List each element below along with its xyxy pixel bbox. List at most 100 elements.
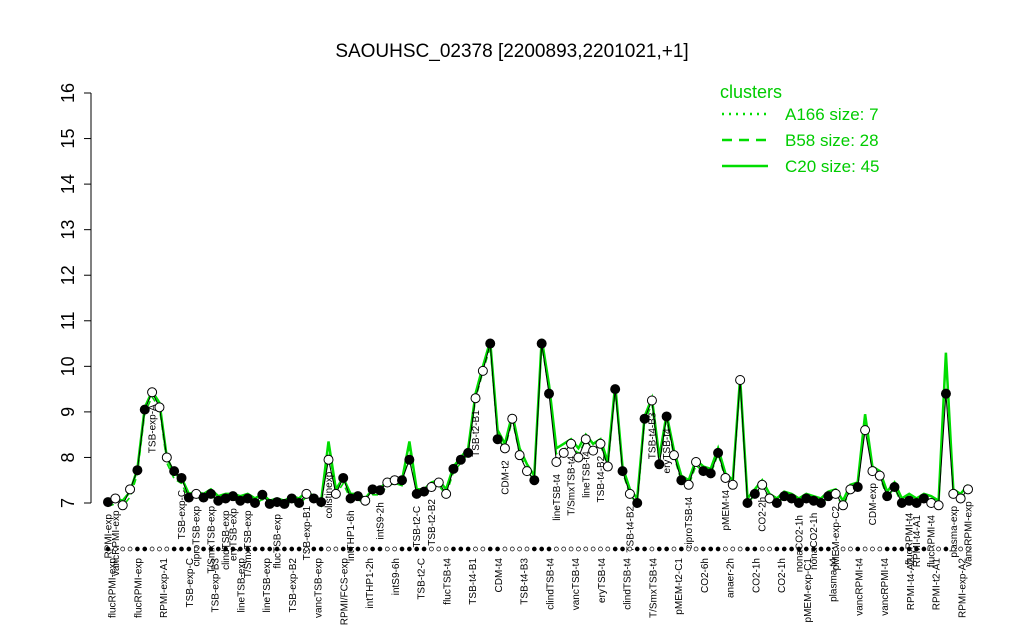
x-category-label: vancTSB-exp: [314, 558, 325, 618]
data-point: [147, 387, 158, 398]
rug-mark: [524, 546, 530, 552]
data-point: [617, 466, 628, 477]
rug-mark: [274, 546, 280, 552]
rug-mark: [583, 546, 589, 552]
x-category-label: flucRPMI-exp: [133, 558, 144, 618]
x-category-label: CDM-t4: [494, 558, 505, 593]
rug-mark: [884, 546, 890, 552]
data-point-label: T/SmxTSB-t4: [567, 455, 578, 515]
data-point: [536, 338, 547, 349]
data-point: [404, 454, 415, 465]
data-point-label: CDM-t2: [500, 460, 511, 495]
data-point-label: ciproTSB-t4: [684, 496, 695, 549]
rug-mark: [370, 546, 375, 552]
data-point: [661, 411, 672, 422]
x-category-label: vancRPMI-t4: [854, 558, 865, 616]
rug-mark: [568, 546, 574, 552]
data-point: [624, 488, 635, 499]
rug-mark: [399, 546, 405, 552]
data-point-label: TSB-t2-C: [412, 506, 423, 548]
data-point: [691, 457, 702, 467]
data-point: [125, 484, 136, 495]
rug-mark: [796, 546, 802, 552]
data-point: [852, 482, 863, 493]
data-point: [250, 498, 261, 508]
rug-mark: [186, 546, 192, 552]
rug-mark: [928, 546, 934, 552]
legend-entry: C20 size: 45: [785, 157, 880, 176]
rug-mark: [539, 546, 545, 552]
x-category-label: TSB-exp-B3: [211, 558, 222, 613]
rug-mark: [480, 546, 486, 552]
rug-mark: [767, 546, 772, 552]
x-category-label: vancRPMI-t4: [880, 558, 891, 616]
rug-mark: [914, 546, 919, 552]
y-tick-label: 15: [58, 129, 78, 149]
data-point: [448, 463, 459, 474]
rug-mark: [612, 546, 618, 552]
data-point: [110, 493, 121, 504]
data-point: [551, 457, 562, 467]
rug-mark: [848, 546, 853, 552]
x-category-label: anaer-2h: [726, 558, 737, 598]
rug-mark: [355, 546, 361, 552]
rug-mark: [656, 546, 662, 552]
rug-mark: [304, 546, 309, 552]
x-category-label: flucTSB-t4: [442, 558, 453, 605]
x-category-label: clindTSB-t4: [545, 558, 556, 610]
rug-mark: [223, 546, 228, 552]
x-category-label: pMEM-exp-C1: [803, 558, 814, 623]
rug-mark: [678, 546, 684, 552]
data-point: [455, 454, 466, 465]
data-point: [330, 488, 341, 499]
rug-mark: [495, 546, 500, 552]
rug-mark: [906, 546, 912, 552]
data-point: [602, 461, 613, 472]
rug-mark: [899, 546, 905, 552]
rug-mark: [642, 546, 647, 552]
rug-mark: [590, 546, 596, 552]
data-point: [169, 466, 180, 477]
rug-mark: [730, 546, 736, 552]
x-category-label: RPMI-exp-A2: [958, 558, 969, 618]
data-point: [815, 498, 826, 508]
x-category-label: flucRPMI-exp: [108, 558, 119, 618]
rug-mark: [260, 546, 265, 552]
data-point-label: vancRPMI-exp: [964, 501, 975, 567]
data-point-label: TSB-t4-B2: [625, 505, 636, 552]
data-point: [963, 484, 973, 495]
legend: clusters A166 size: 7 B58 size: 28 C20 siz…: [720, 82, 880, 176]
rug-mark: [473, 546, 478, 552]
rug-mark: [429, 546, 434, 552]
data-point-label: CDM-exp: [868, 483, 879, 526]
x-category-label: RPMI-t4-A2: [906, 558, 917, 611]
rug-mark: [818, 546, 824, 552]
rug-mark: [179, 546, 184, 552]
y-tick-label: 13: [58, 220, 78, 240]
data-point-label: lineTSB-t4: [581, 451, 592, 498]
x-category-label: TSB-exp-B2: [288, 558, 299, 613]
rug-mark: [936, 546, 941, 552]
rug-mark: [943, 546, 949, 552]
x-category-label: RPMI/FCS-exp: [339, 558, 350, 626]
x-category-label: intTHP1-2h: [365, 558, 376, 609]
rug-mark: [230, 546, 236, 552]
data-point: [838, 500, 849, 511]
data-point: [374, 485, 385, 496]
rug-mark: [142, 546, 148, 552]
rug-mark: [392, 546, 398, 552]
data-point: [830, 488, 841, 499]
rug-mark: [135, 546, 140, 552]
rug-mark: [781, 546, 787, 552]
data-point: [771, 498, 782, 508]
rug-mark: [671, 546, 677, 552]
rug-mark: [407, 546, 412, 552]
x-category-label: clindTSB-t4: [623, 558, 634, 610]
data-point: [610, 384, 621, 395]
data-point-label: intTHP1-6h: [346, 510, 357, 561]
chart-svg: SAOUHSC_02378 [2200893,2201021,+1] 7 8 9 10…: [58, 41, 975, 626]
rug-mark: [326, 546, 331, 552]
rug-mark: [289, 546, 295, 552]
data-point: [705, 468, 716, 479]
data-point: [588, 445, 599, 456]
